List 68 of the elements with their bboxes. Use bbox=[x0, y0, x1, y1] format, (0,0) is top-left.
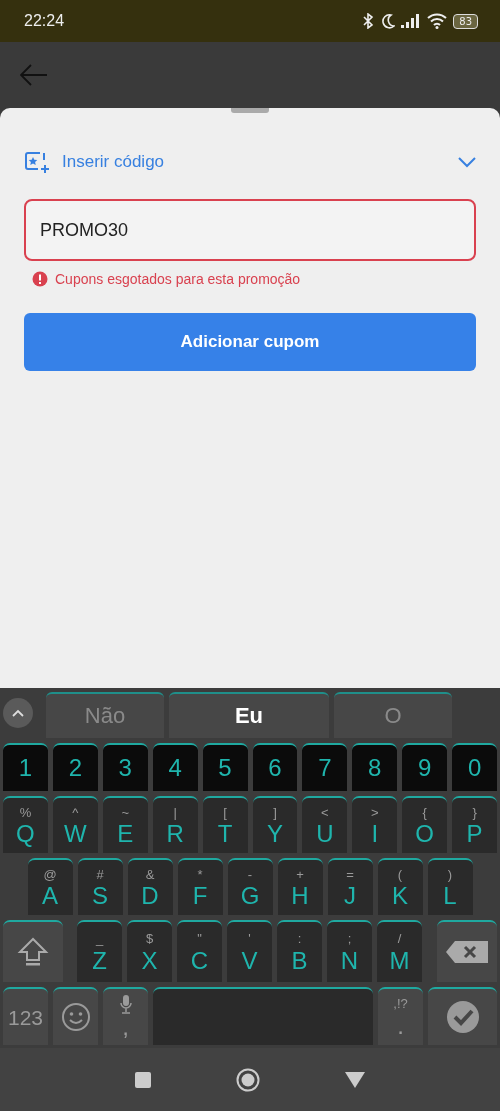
enter-key[interactable] bbox=[428, 987, 497, 1045]
number-key[interactable]: 4 bbox=[152, 743, 198, 791]
letter-key[interactable]: = J bbox=[327, 858, 373, 915]
microphone-icon bbox=[119, 995, 132, 1015]
recent-apps-icon[interactable] bbox=[134, 1070, 152, 1089]
star-ticket-icon bbox=[24, 150, 50, 174]
coupon-code-field[interactable]: PROMO30 bbox=[24, 199, 476, 261]
letter-key[interactable]: } P bbox=[452, 796, 498, 853]
bluetooth-icon bbox=[361, 13, 376, 29]
number-key[interactable]: 7 bbox=[302, 743, 348, 791]
clock: 22:24 bbox=[24, 12, 65, 30]
comma-key[interactable]: , bbox=[103, 987, 148, 1045]
number-key[interactable]: 1 bbox=[2, 743, 48, 791]
letter-key[interactable]: * F bbox=[177, 858, 223, 915]
wifi-icon bbox=[427, 13, 448, 29]
letter-key[interactable]: > I bbox=[352, 796, 398, 853]
letter-key[interactable]: [ T bbox=[202, 796, 248, 853]
letter-key[interactable]: - G bbox=[227, 858, 273, 915]
backspace-key[interactable] bbox=[437, 920, 497, 982]
shift-key[interactable] bbox=[3, 920, 63, 982]
coupon-section-header[interactable]: Inserir código bbox=[24, 150, 476, 174]
letter-key[interactable]: + H bbox=[277, 858, 323, 915]
letter-key[interactable]: | R bbox=[152, 796, 198, 853]
letter-key[interactable]: ] Y bbox=[252, 796, 298, 853]
shift-icon bbox=[17, 937, 49, 967]
error-icon bbox=[32, 271, 48, 287]
letter-key[interactable]: ^ W bbox=[52, 796, 98, 853]
error-message: Cupons esgotados para esta promoção bbox=[55, 271, 301, 287]
signal-icon bbox=[401, 14, 422, 28]
emoji-key[interactable] bbox=[53, 987, 98, 1045]
checkmark-icon bbox=[445, 1000, 480, 1034]
letter-key[interactable]: ~ E bbox=[102, 796, 148, 853]
number-key[interactable]: 2 bbox=[52, 743, 98, 791]
letter-key[interactable]: # S bbox=[77, 858, 123, 915]
letter-key[interactable]: % Q bbox=[2, 796, 48, 853]
letter-key[interactable]: & D bbox=[127, 858, 173, 915]
letter-key[interactable]: ; N bbox=[327, 920, 372, 982]
space-key[interactable] bbox=[153, 987, 373, 1045]
symbols-key[interactable]: 123 bbox=[3, 987, 48, 1045]
letter-key[interactable]: : B bbox=[277, 920, 322, 982]
number-key[interactable]: 8 bbox=[352, 743, 398, 791]
letter-key[interactable]: $ X bbox=[127, 920, 172, 982]
letter-key[interactable]: { O bbox=[402, 796, 448, 853]
letter-key[interactable]: / M bbox=[377, 920, 422, 982]
caret-icon bbox=[12, 709, 24, 717]
smiley-icon bbox=[60, 1002, 91, 1032]
letter-key[interactable]: " C bbox=[177, 920, 222, 982]
number-key[interactable]: 3 bbox=[102, 743, 148, 791]
word-suggestion[interactable]: Eu bbox=[169, 692, 329, 738]
number-key[interactable]: 9 bbox=[402, 743, 448, 791]
number-key[interactable]: 5 bbox=[202, 743, 248, 791]
add-coupon-button[interactable]: Adicionar cupom bbox=[24, 313, 476, 371]
period-key[interactable]: ,!? . bbox=[378, 987, 423, 1045]
drag-handle[interactable] bbox=[231, 108, 269, 113]
back-icon[interactable] bbox=[344, 1070, 366, 1089]
collapse-button[interactable] bbox=[3, 698, 33, 728]
letter-key[interactable]: < U bbox=[302, 796, 348, 853]
number-key[interactable]: 6 bbox=[252, 743, 298, 791]
letter-key[interactable]: ) L bbox=[427, 858, 473, 915]
moon-icon bbox=[381, 13, 396, 29]
home-icon[interactable] bbox=[236, 1067, 260, 1092]
letter-key[interactable]: _ Z bbox=[77, 920, 122, 982]
letter-key[interactable]: ' V bbox=[227, 920, 272, 982]
number-key[interactable]: 0 bbox=[452, 743, 498, 791]
backspace-icon bbox=[445, 940, 489, 964]
battery-level: 83 bbox=[453, 13, 478, 29]
letter-key[interactable]: ( K bbox=[377, 858, 423, 915]
letter-key[interactable]: @ A bbox=[27, 858, 73, 915]
